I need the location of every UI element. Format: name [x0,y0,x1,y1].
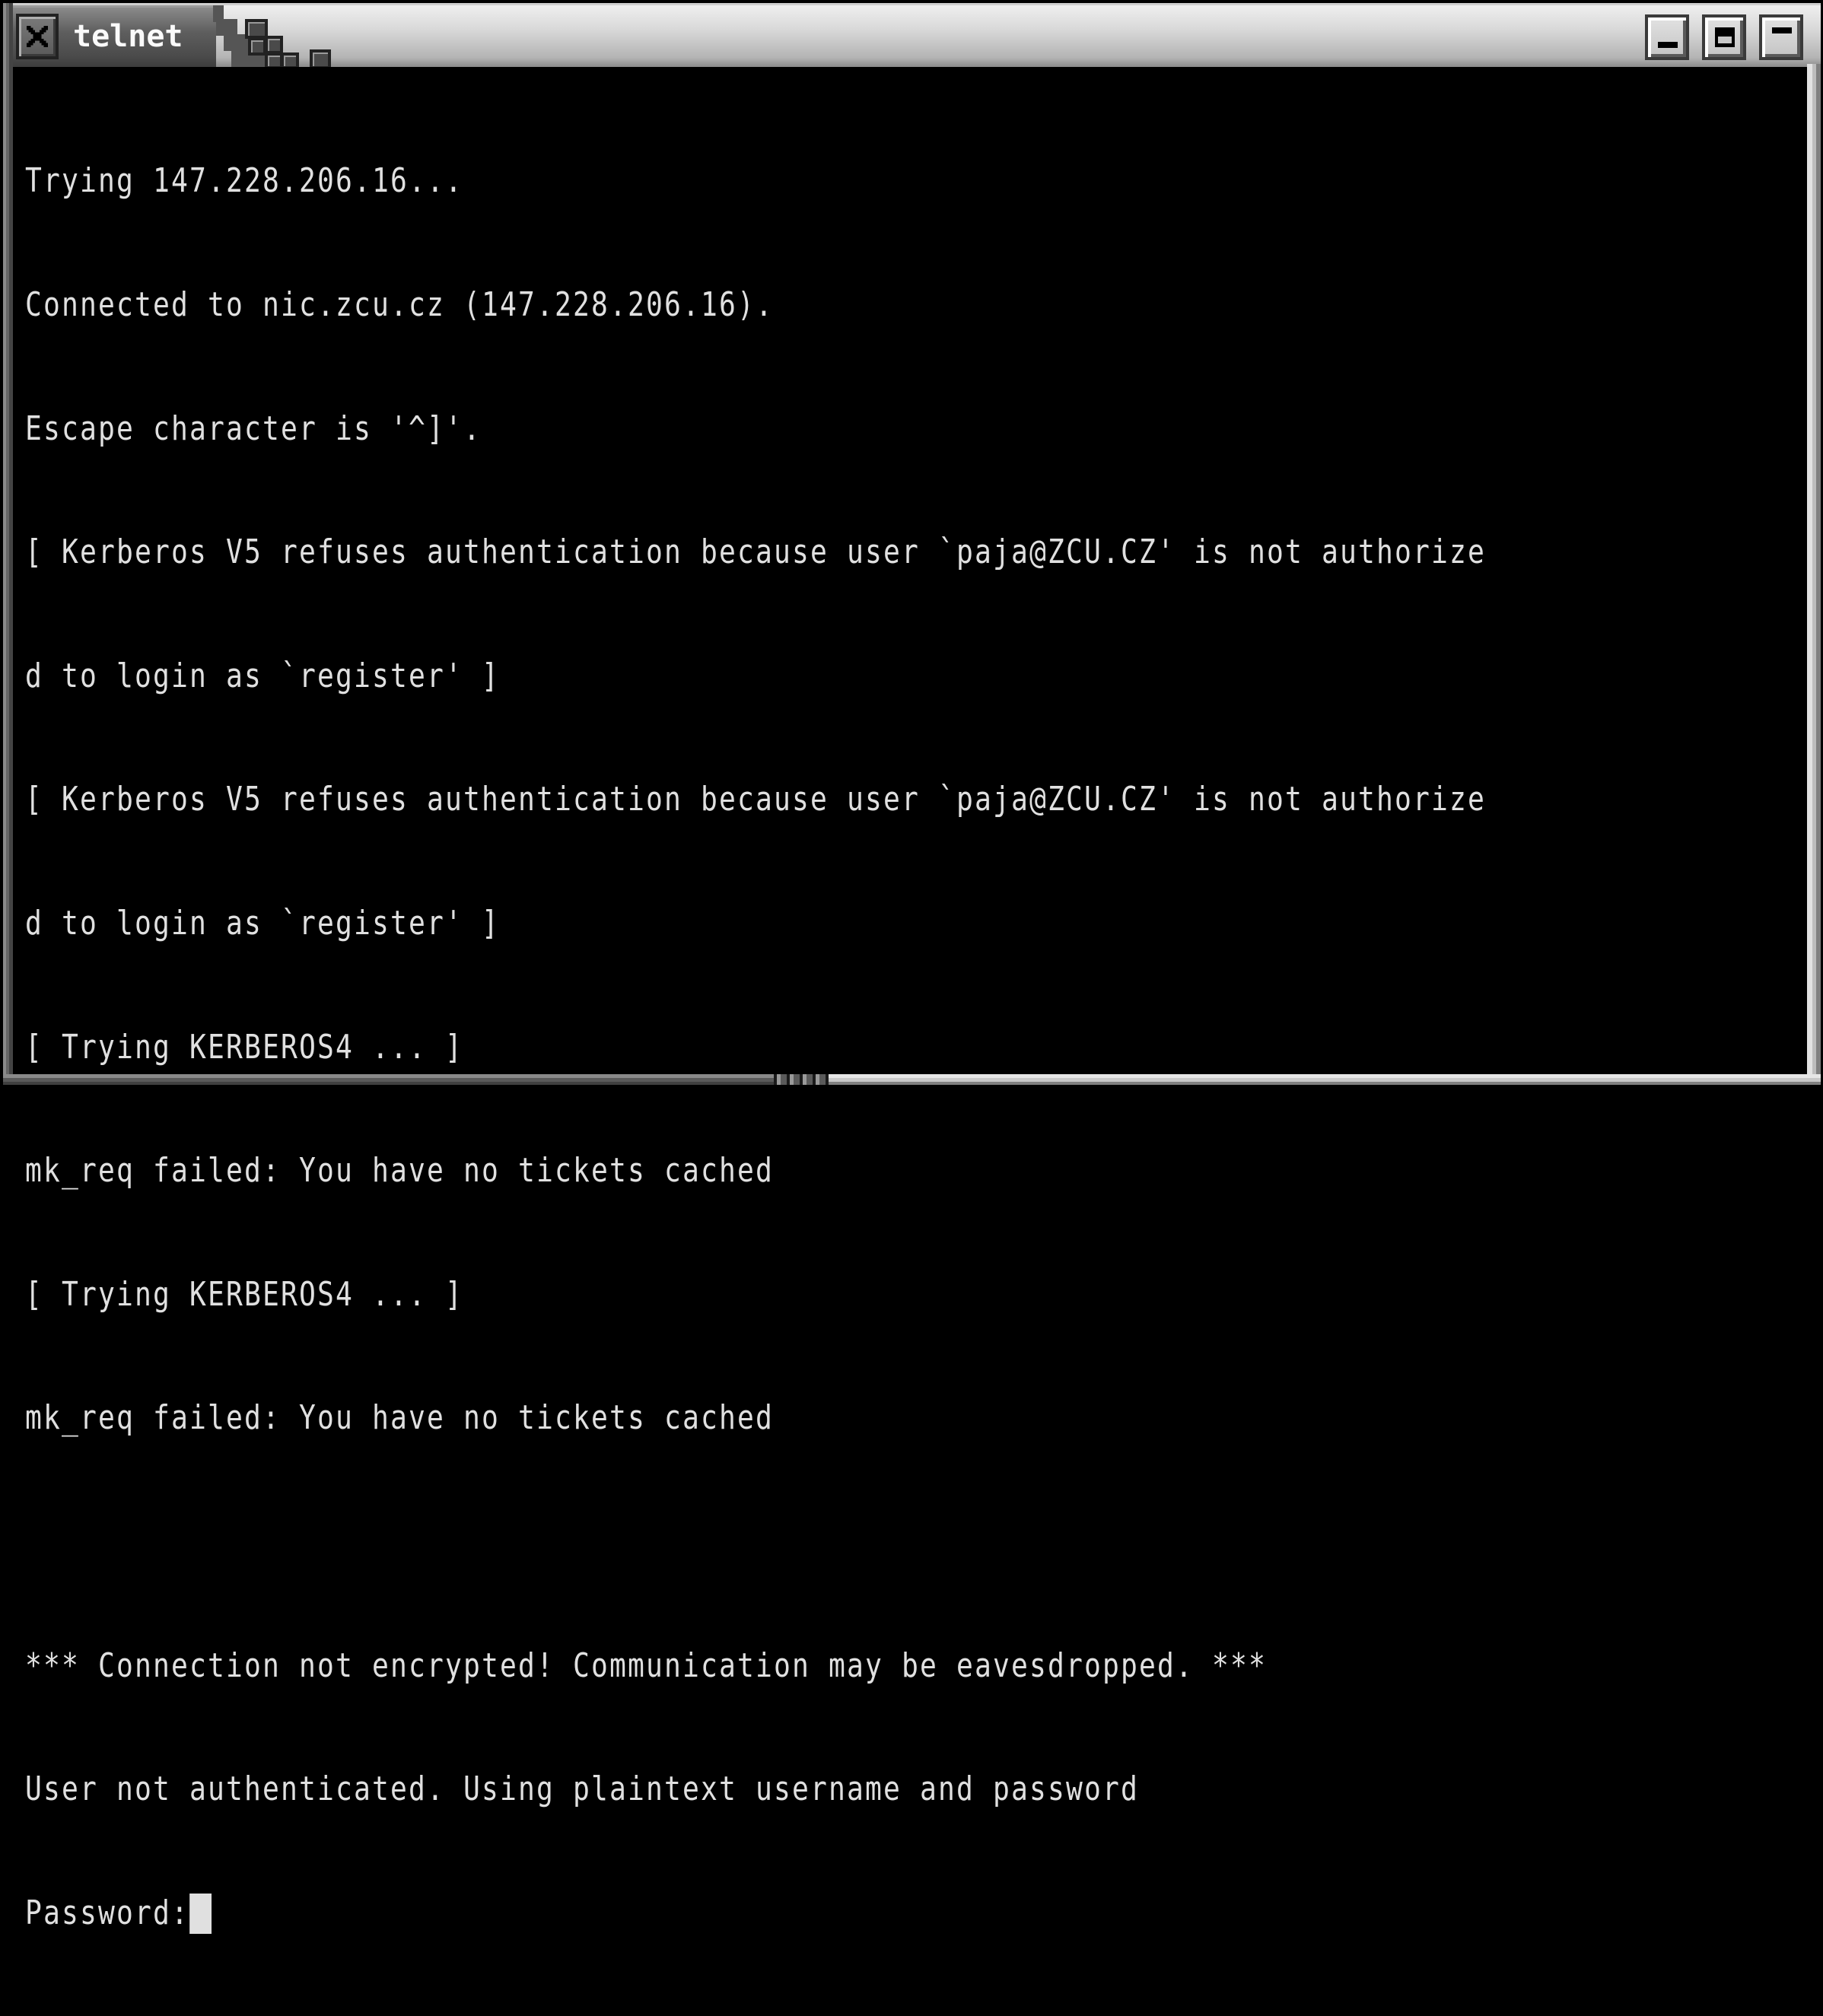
maximize-button[interactable] [1702,14,1746,60]
terminal-output: Trying 147.228.206.16... Connected to ni… [25,78,1486,2016]
terminal-line: mk_req failed: You have no tickets cache… [25,1398,774,1438]
terminal-line: *** Connection not encrypted! Communicat… [25,1646,1267,1685]
window-border-left[interactable] [3,3,13,1085]
minimize-button[interactable] [1645,14,1689,60]
terminal-area[interactable]: Trying 147.228.206.16... Connected to ni… [13,67,1807,1934]
title-bar[interactable]: telnet [3,3,1821,69]
shade-icon [1772,27,1792,33]
terminal-line: Escape character is '^]'. [25,409,482,448]
terminal-line: [ Trying KERBEROS4 ... ] [25,1274,463,1314]
terminal-line: mk_req failed: You have no tickets cache… [25,1151,774,1191]
terminal-line: [ Trying KERBEROS4 ... ] [25,1027,463,1067]
tab-edge-square [248,37,266,56]
window-border-right[interactable] [1807,64,1821,1085]
terminal-line: d to login as `register' ] [25,656,500,695]
tab-edge-decoration [216,19,237,36]
password-prompt-line[interactable]: Password: [25,1893,1486,1934]
minimize-icon [1658,42,1678,48]
window-title: telnet [73,19,183,54]
close-button[interactable] [16,14,59,59]
password-prompt: Password: [25,1893,189,1932]
telnet-window: telnet Trying 147.228.206.16... Connecte… [3,3,1821,1934]
terminal-line: User not authenticated. Using plaintext … [25,1770,1139,1809]
text-cursor [189,1893,212,1934]
terminal-line: Trying 147.228.206.16... [25,161,463,201]
shade-button[interactable] [1759,14,1803,60]
terminal-line: d to login as `register' ] [25,903,500,943]
terminal-line: Connected to nic.zcu.cz (147.228.206.16)… [25,285,774,324]
terminal-line: [ Kerberos V5 refuses authentication bec… [25,780,1486,819]
maximize-icon [1715,27,1735,47]
tab-edge-square [265,36,283,54]
terminal-line: [ Kerberos V5 refuses authentication bec… [25,533,1486,572]
close-x-icon [26,25,49,48]
